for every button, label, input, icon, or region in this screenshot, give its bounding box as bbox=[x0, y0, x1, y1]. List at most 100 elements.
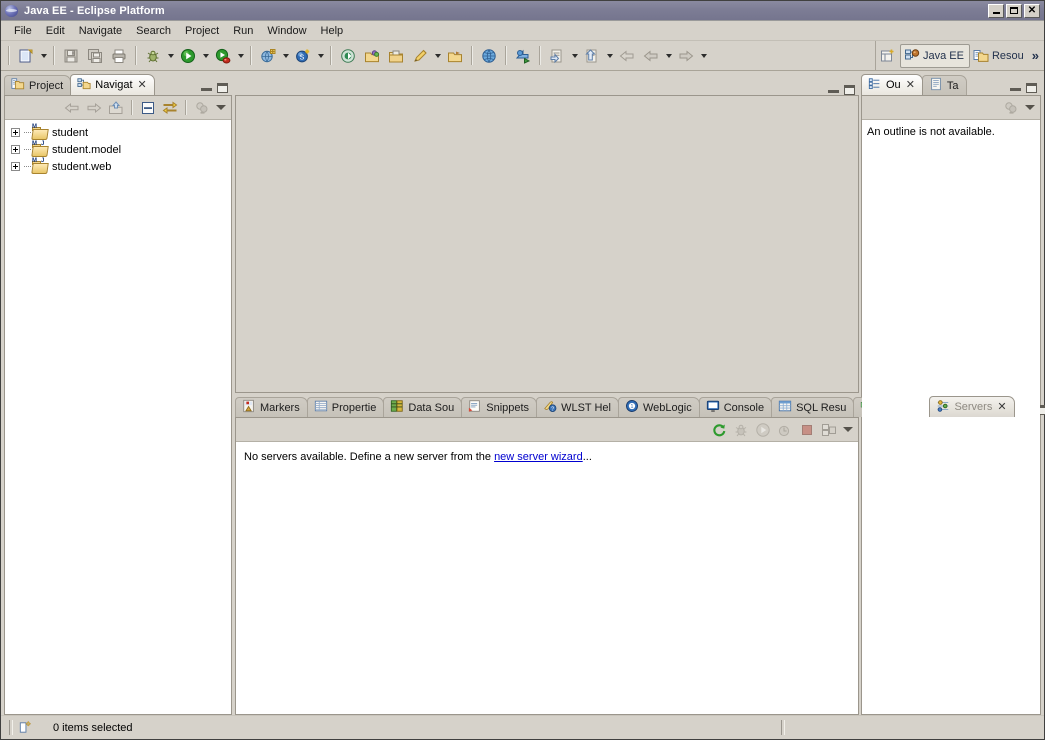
external-tools-dropdown-arrow[interactable] bbox=[235, 45, 246, 67]
resource-perspective-icon bbox=[973, 48, 989, 64]
debug-icon[interactable] bbox=[142, 45, 164, 67]
run-external-tools-icon[interactable] bbox=[212, 45, 234, 67]
profile-server-icon[interactable] bbox=[775, 420, 795, 439]
print-icon[interactable] bbox=[108, 45, 130, 67]
search-dropdown-arrow[interactable] bbox=[432, 45, 443, 67]
menu-project[interactable]: Project bbox=[178, 23, 226, 39]
open-type-icon[interactable] bbox=[337, 45, 359, 67]
close-window-button[interactable]: ✕ bbox=[1024, 3, 1040, 18]
run-dropdown-arrow[interactable] bbox=[200, 45, 211, 67]
servers-empty-message: No servers available. Define a new serve… bbox=[236, 442, 858, 472]
tab-project-explorer[interactable]: Project bbox=[4, 75, 72, 95]
new-web-project-icon[interactable] bbox=[257, 45, 279, 67]
open-perspective-icon[interactable] bbox=[876, 44, 900, 68]
save-icon[interactable] bbox=[60, 45, 82, 67]
next-annotation-icon[interactable] bbox=[546, 45, 568, 67]
tab-task-list[interactable]: Ta bbox=[921, 75, 967, 95]
expand-icon[interactable] bbox=[11, 162, 20, 171]
tab-outline[interactable]: Ou ✕ bbox=[861, 74, 923, 95]
previous-annotation-dropdown-arrow[interactable] bbox=[604, 45, 615, 67]
tab-data-source-explorer[interactable]: Data Sou bbox=[383, 397, 463, 417]
menu-window[interactable]: Window bbox=[260, 23, 313, 39]
navigator-tree-content[interactable]: M student MJ student.model M J student.w… bbox=[5, 120, 231, 714]
menu-navigate[interactable]: Navigate bbox=[72, 23, 129, 39]
close-icon[interactable]: ✕ bbox=[906, 79, 915, 90]
expand-icon[interactable] bbox=[11, 128, 20, 137]
perspective-overflow-button[interactable]: » bbox=[1029, 48, 1042, 63]
back-navigation-icon[interactable] bbox=[62, 98, 82, 117]
back-icon[interactable] bbox=[616, 45, 638, 67]
stop-server-icon[interactable] bbox=[797, 420, 817, 439]
forward-history-dropdown-arrow[interactable] bbox=[698, 45, 709, 67]
tab-properties[interactable]: Propertie bbox=[306, 397, 385, 417]
maximize-icon[interactable] bbox=[1026, 83, 1037, 93]
tab-console[interactable]: Console bbox=[698, 397, 773, 417]
forward-navigation-icon[interactable] bbox=[84, 98, 104, 117]
view-menu-icon[interactable] bbox=[214, 98, 228, 117]
open-resource-icon[interactable] bbox=[385, 45, 407, 67]
close-icon[interactable]: ✕ bbox=[138, 79, 147, 90]
tab-weblogic[interactable]: 1 WebLogic bbox=[617, 397, 700, 417]
maximize-icon[interactable] bbox=[844, 85, 855, 95]
view-menu-icon[interactable] bbox=[841, 420, 855, 439]
minimize-icon[interactable] bbox=[201, 84, 212, 93]
save-all-icon[interactable] bbox=[84, 45, 106, 67]
debug-server-icon[interactable] bbox=[731, 420, 751, 439]
search-pencil-icon[interactable] bbox=[409, 45, 431, 67]
editor-insert-mode-icon bbox=[17, 720, 33, 735]
minimize-icon[interactable] bbox=[828, 86, 839, 95]
perspective-resource-button[interactable]: Resou bbox=[970, 45, 1029, 67]
close-icon[interactable]: ✕ bbox=[997, 401, 1006, 412]
perspective-java-ee-button[interactable]: Java EE bbox=[900, 43, 970, 68]
menu-search[interactable]: Search bbox=[129, 23, 178, 39]
start-server-icon[interactable] bbox=[753, 420, 773, 439]
menu-file[interactable]: File bbox=[7, 23, 39, 39]
open-package-icon[interactable] bbox=[361, 45, 383, 67]
view-filter-icon[interactable] bbox=[1001, 98, 1021, 117]
menu-run[interactable]: Run bbox=[226, 23, 260, 39]
tab-snippets[interactable]: Snippets bbox=[461, 397, 538, 417]
menu-help[interactable]: Help bbox=[314, 23, 351, 39]
go-up-icon[interactable] bbox=[106, 98, 126, 117]
tab-sql-results[interactable]: SQL Resu bbox=[771, 397, 855, 417]
maximize-icon[interactable] bbox=[217, 83, 228, 93]
new-server-dropdown-arrow[interactable] bbox=[315, 45, 326, 67]
link-with-editor-icon[interactable] bbox=[160, 98, 180, 117]
tab-wlst-help[interactable]: ? WLST Hel bbox=[536, 397, 619, 417]
tree-item-student-model[interactable]: MJ student.model bbox=[11, 141, 229, 158]
run-icon[interactable] bbox=[177, 45, 199, 67]
forward-history-icon[interactable] bbox=[675, 45, 697, 67]
tab-markers[interactable]: Markers bbox=[235, 397, 308, 417]
new-wizard-icon[interactable] bbox=[15, 45, 37, 67]
publish-server-icon[interactable] bbox=[819, 420, 839, 439]
outline-content[interactable]: An outline is not available. bbox=[862, 120, 1040, 714]
web-browser-icon[interactable] bbox=[478, 45, 500, 67]
maximize-window-button[interactable] bbox=[1006, 3, 1022, 18]
tree-item-student[interactable]: M student bbox=[11, 124, 229, 141]
tree-item-student-web[interactable]: MJ student.web bbox=[11, 158, 229, 175]
minimize-window-button[interactable] bbox=[988, 3, 1004, 18]
expand-icon[interactable] bbox=[11, 145, 20, 154]
view-menu-icon[interactable] bbox=[1023, 98, 1037, 117]
tab-servers[interactable]: Servers ✕ bbox=[929, 396, 1015, 417]
servers-content[interactable]: No servers available. Define a new serve… bbox=[236, 442, 858, 714]
backward-history-icon[interactable] bbox=[640, 45, 662, 67]
minimize-icon[interactable] bbox=[1010, 84, 1021, 93]
new-server-wizard-link[interactable]: new server wizard bbox=[494, 451, 583, 463]
backward-history-dropdown-arrow[interactable] bbox=[663, 45, 674, 67]
next-annotation-dropdown-arrow[interactable] bbox=[569, 45, 580, 67]
collapse-all-icon[interactable] bbox=[138, 98, 158, 117]
snippets-icon bbox=[468, 399, 482, 416]
debug-dropdown-arrow[interactable] bbox=[165, 45, 176, 67]
previous-annotation-icon[interactable] bbox=[581, 45, 603, 67]
new-wizard-dropdown-arrow[interactable] bbox=[38, 45, 49, 67]
deploy-icon[interactable] bbox=[512, 45, 534, 67]
refresh-icon[interactable] bbox=[709, 420, 729, 439]
editor-empty-area[interactable] bbox=[235, 95, 859, 393]
new-server-icon[interactable]: S bbox=[292, 45, 314, 67]
view-filter-icon[interactable] bbox=[192, 98, 212, 117]
menu-edit[interactable]: Edit bbox=[39, 23, 72, 39]
new-web-project-dropdown-arrow[interactable] bbox=[280, 45, 291, 67]
tab-navigator[interactable]: Navigat ✕ bbox=[70, 74, 155, 95]
open-task-icon[interactable] bbox=[444, 45, 466, 67]
